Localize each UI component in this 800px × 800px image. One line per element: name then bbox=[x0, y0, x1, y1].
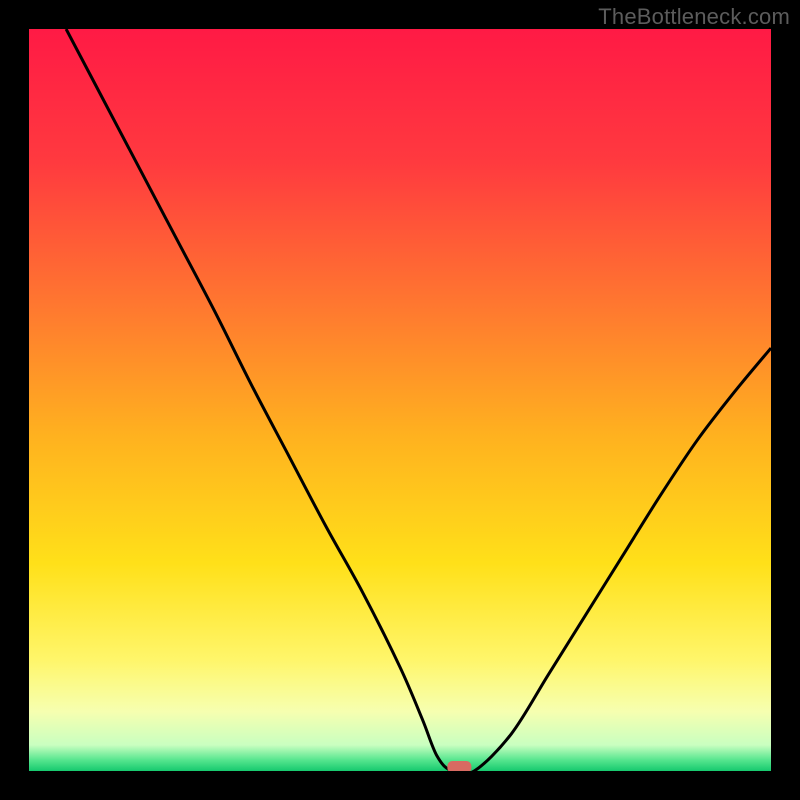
chart-frame bbox=[29, 29, 771, 771]
watermark-text: TheBottleneck.com bbox=[598, 4, 790, 30]
gradient-background bbox=[29, 29, 771, 771]
bottleneck-plot bbox=[29, 29, 771, 771]
optimal-marker bbox=[447, 761, 471, 771]
